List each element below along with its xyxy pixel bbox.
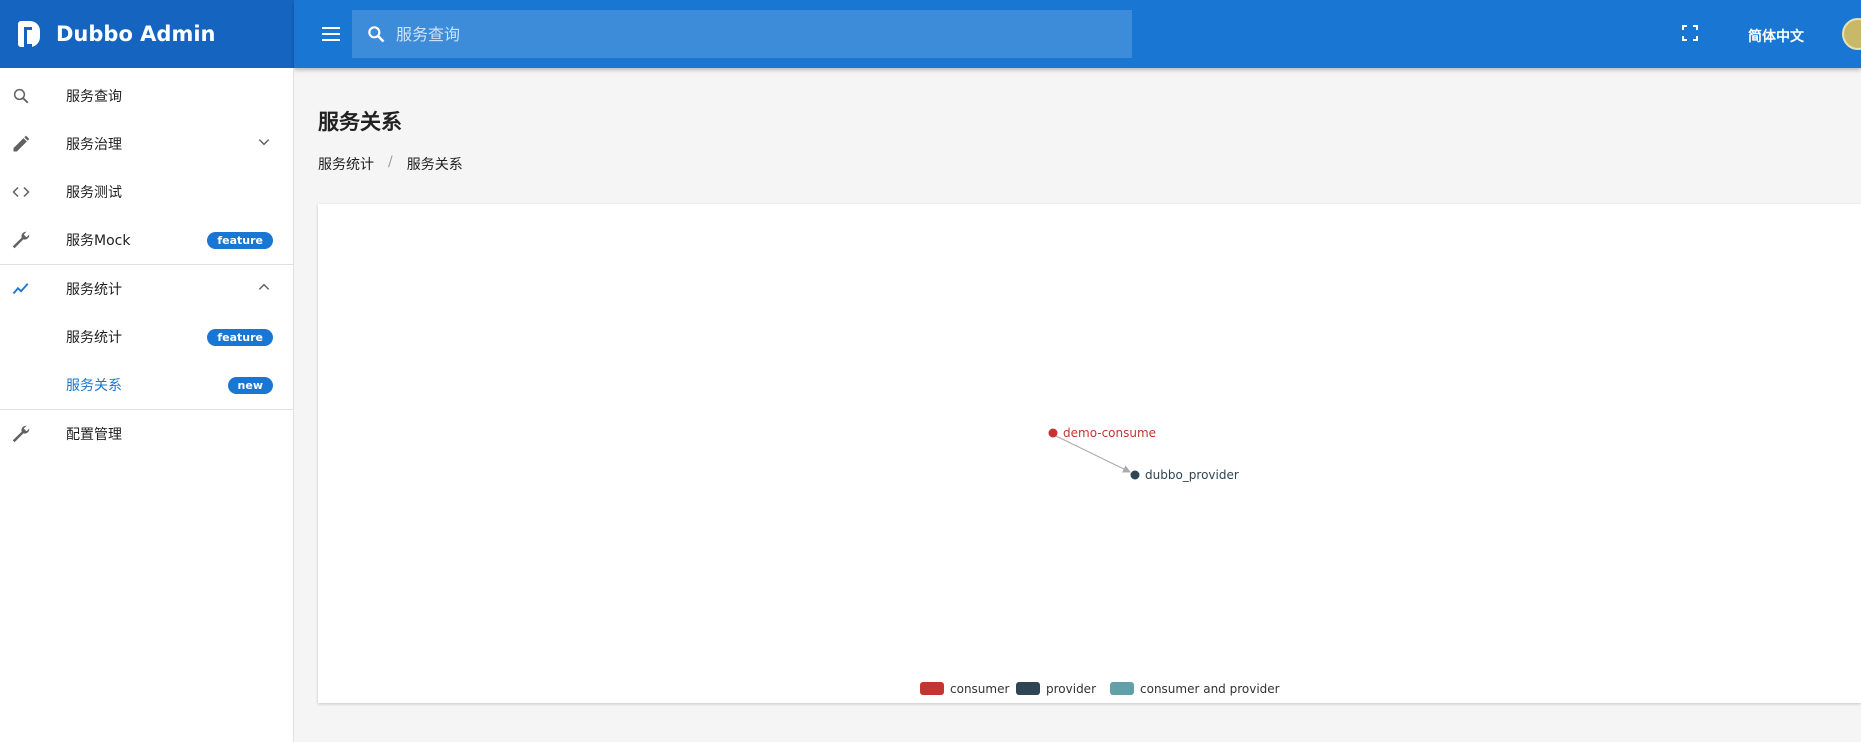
legend-label[interactable]: consumer (950, 682, 1009, 696)
sidebar-item-label: 服务统计 (66, 330, 122, 346)
dubbo-logo-icon (18, 21, 40, 47)
search-box[interactable] (352, 10, 1132, 58)
sidebar-item-service-search[interactable]: 服务查询 (0, 72, 293, 120)
app-title: Dubbo Admin (56, 22, 216, 46)
graph-node[interactable] (1130, 470, 1140, 480)
relation-graph-card: demo-consume dubbo_provider consumer provid… (318, 204, 1861, 703)
legend-label[interactable]: consumer and provider (1140, 682, 1280, 696)
graph-node-label: demo-consume (1063, 426, 1156, 440)
brand[interactable]: Dubbo Admin (0, 0, 294, 68)
graph-node-label: dubbo_provider (1145, 468, 1239, 482)
breadcrumb-separator: / (388, 154, 393, 170)
legend-swatch[interactable] (1110, 682, 1134, 695)
sidebar-item-label: 服务查询 (66, 89, 122, 105)
sidebar-item-label: 服务治理 (66, 137, 122, 153)
sidebar-item-label: 服务测试 (66, 185, 122, 201)
sidebar: 服务查询 服务治理 服务测试 服务Mock feature 服务统计 服务统计 (0, 68, 294, 742)
sidebar-item-label: 服务关系 (66, 378, 122, 394)
language-selector[interactable]: 简体中文 (1748, 26, 1804, 46)
page-title: 服务关系 (318, 110, 402, 134)
relation-graph[interactable]: demo-consume dubbo_provider consumer provid… (318, 204, 1861, 703)
sidebar-subitem-statistics[interactable]: 服务统计 feature (0, 313, 293, 361)
sidebar-item-label: 服务统计 (66, 282, 122, 298)
avatar[interactable] (1842, 18, 1861, 50)
sidebar-item-config-management[interactable]: 配置管理 (0, 410, 293, 458)
feature-badge: feature (207, 328, 273, 346)
sidebar-item-service-mock[interactable]: 服务Mock feature (0, 216, 293, 264)
graph-node[interactable] (1048, 428, 1058, 438)
sidebar-item-service-test[interactable]: 服务测试 (0, 168, 293, 216)
sidebar-subitem-relation[interactable]: 服务关系 new (0, 361, 293, 409)
trend-icon (10, 278, 32, 300)
legend-label[interactable]: provider (1046, 682, 1096, 696)
chevron-down-icon[interactable] (257, 135, 271, 153)
wrench-icon (10, 423, 32, 445)
sidebar-item-service-governance[interactable]: 服务治理 (0, 120, 293, 168)
sidebar-item-service-statistics[interactable]: 服务统计 (0, 265, 293, 313)
graph-link (1055, 435, 1131, 473)
fullscreen-icon[interactable] (1682, 25, 1698, 41)
breadcrumb-item[interactable]: 服务统计 (318, 154, 374, 174)
menu-toggle-button[interactable] (316, 19, 346, 49)
feature-badge: feature (207, 231, 273, 249)
breadcrumb: 服务统计 / 服务关系 (318, 154, 463, 174)
sidebar-item-label: 配置管理 (66, 427, 122, 443)
new-badge: new (227, 376, 273, 394)
app-bar: Dubbo Admin 简体中文 (0, 0, 1861, 68)
search-input[interactable] (396, 24, 1096, 44)
legend-swatch[interactable] (920, 682, 944, 695)
code-icon (10, 181, 32, 203)
search-icon (368, 26, 385, 43)
breadcrumb-item: 服务关系 (406, 157, 463, 173)
pencil-icon (10, 133, 32, 155)
legend-swatch[interactable] (1016, 682, 1040, 695)
chevron-up-icon[interactable] (257, 280, 271, 298)
toolbar: 简体中文 (294, 0, 1861, 68)
search-icon (10, 85, 32, 107)
wrench-icon (10, 229, 32, 251)
sidebar-item-label: 服务Mock (66, 233, 131, 249)
